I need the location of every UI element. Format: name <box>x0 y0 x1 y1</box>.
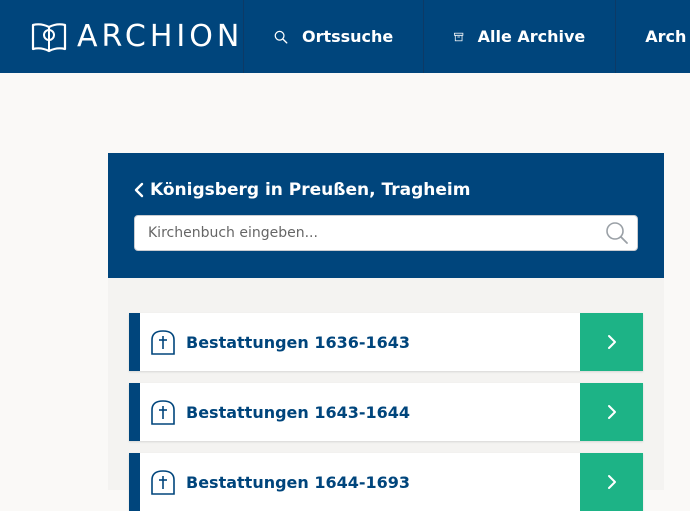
chevron-right-icon <box>607 335 616 349</box>
archive-box-icon <box>454 32 464 41</box>
search-icon[interactable] <box>605 221 629 245</box>
list-item-main: Bestattungen 1644-1693 <box>140 453 580 511</box>
nav-archiv-overflow-label: Arch <box>645 27 687 46</box>
chevron-right-icon <box>607 405 616 419</box>
open-item-button[interactable] <box>580 453 643 511</box>
church-book-search <box>134 215 638 251</box>
top-navigation-bar: ARCHION Ortssuche Alle Archive Arch <box>0 0 690 73</box>
cross-tombstone-icon <box>151 470 175 495</box>
list-item-label: Bestattungen 1644-1693 <box>186 472 411 492</box>
nav-ortssuche[interactable]: Ortssuche <box>244 0 425 73</box>
nav-ortssuche-label: Ortssuche <box>301 27 394 46</box>
nav-archiv-overflow[interactable]: Arch <box>616 0 690 73</box>
open-item-button[interactable] <box>580 313 643 371</box>
cross-tombstone-icon <box>151 400 175 425</box>
list-item-label: Bestattungen 1643-1644 <box>186 402 411 422</box>
nav-alle-archive[interactable]: Alle Archive <box>424 0 617 73</box>
search-icon <box>274 30 288 44</box>
archion-logo[interactable]: ARCHION <box>0 0 245 73</box>
list-item-main: Bestattungen 1636-1643 <box>140 313 580 371</box>
list-item-main: Bestattungen 1643-1644 <box>140 383 580 441</box>
nav-alle-archive-label: Alle Archive <box>477 27 586 46</box>
church-book-list: Bestattungen 1636-1643 Bestattungen 1643… <box>108 278 664 511</box>
logo-text: ARCHION <box>77 18 244 54</box>
back-link[interactable]: Königsberg in Preußen, Tragheim <box>134 179 638 201</box>
church-book-panel: Königsberg in Preußen, Tragheim Bestattu… <box>108 153 664 511</box>
chevron-left-icon <box>134 182 144 198</box>
list-item-label: Bestattungen 1636-1643 <box>186 332 411 352</box>
list-item[interactable]: Bestattungen 1643-1644 <box>129 383 643 441</box>
place-title: Königsberg in Preußen, Tragheim <box>150 180 471 200</box>
chevron-right-icon <box>607 475 616 489</box>
open-item-button[interactable] <box>580 383 643 441</box>
list-item[interactable]: Bestattungen 1636-1643 <box>129 313 643 371</box>
church-book-search-input[interactable] <box>148 225 605 241</box>
panel-header: Königsberg in Preußen, Tragheim <box>108 153 664 278</box>
list-item[interactable]: Bestattungen 1644-1693 <box>129 453 643 511</box>
open-book-icon <box>31 22 67 52</box>
cross-tombstone-icon <box>151 330 175 355</box>
